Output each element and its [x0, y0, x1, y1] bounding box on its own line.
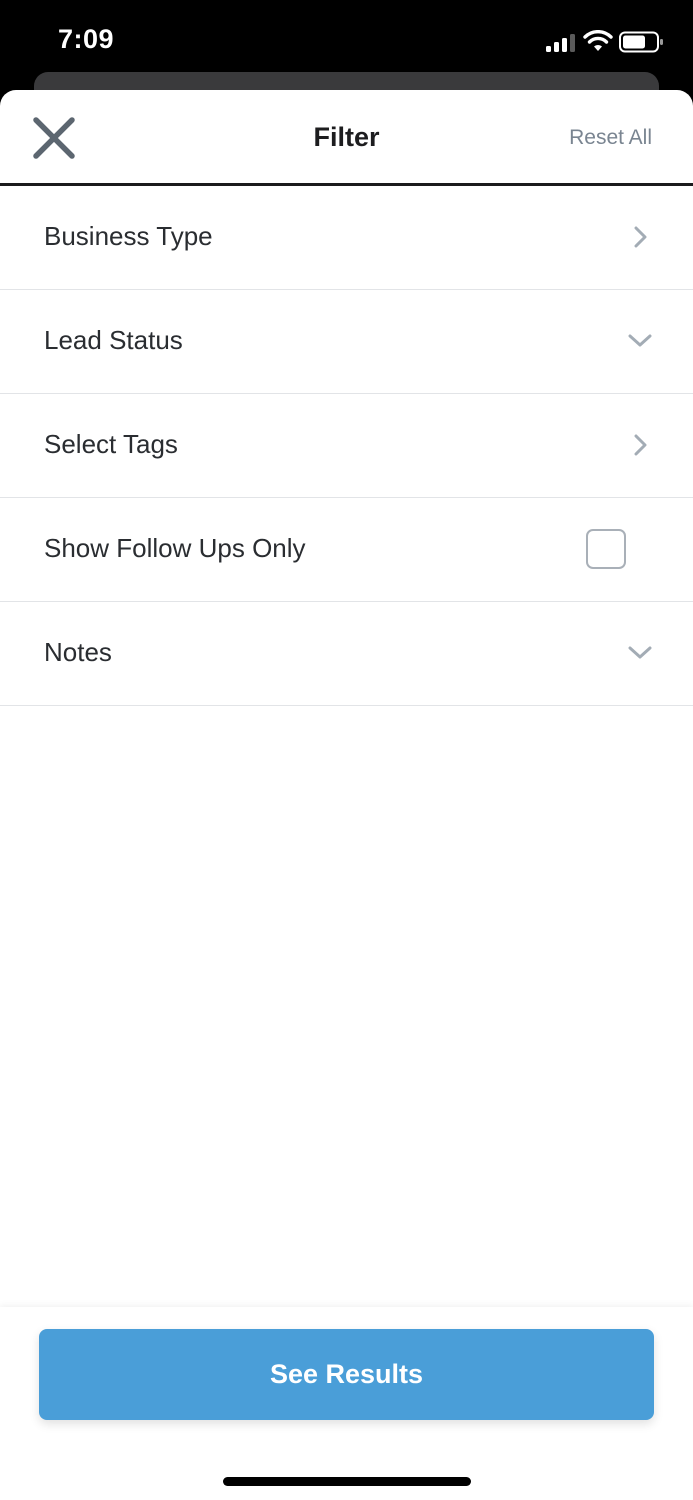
filter-header: Filter Reset All: [0, 90, 693, 186]
filter-label: Show Follow Ups Only: [44, 533, 306, 563]
chevron-right-icon: [634, 434, 647, 456]
filter-notes[interactable]: Notes: [0, 602, 693, 706]
chevron-down-icon: [628, 334, 652, 347]
follow-ups-checkbox[interactable]: [586, 529, 626, 569]
filter-sheet: Filter Reset All Business Type Lead Stat…: [0, 90, 693, 1500]
footer: See Results: [0, 1307, 693, 1500]
filter-select-tags[interactable]: Select Tags: [0, 394, 693, 498]
filter-show-follow-ups: Show Follow Ups Only: [0, 498, 693, 602]
phone-screen: 7:09 Filter Reset All Business Type Lead…: [0, 0, 693, 1500]
status-bar: 7:09: [0, 0, 693, 80]
reset-all-button[interactable]: Reset All: [569, 126, 652, 150]
wifi-icon: [583, 30, 613, 51]
filter-label: Business Type: [44, 221, 213, 251]
see-results-button[interactable]: See Results: [39, 1329, 654, 1420]
signal-icon: [546, 32, 576, 52]
filter-label: Select Tags: [44, 429, 178, 459]
filter-label: Notes: [44, 637, 112, 667]
status-time: 7:09: [58, 24, 115, 54]
filter-business-type[interactable]: Business Type: [0, 186, 693, 290]
chevron-down-icon: [628, 646, 652, 659]
filter-label: Lead Status: [44, 325, 183, 355]
chevron-right-icon: [634, 226, 647, 248]
filter-list: Business Type Lead Status Select Tags Sh…: [0, 186, 693, 706]
battery-icon: [619, 31, 663, 53]
home-indicator: [223, 1477, 471, 1486]
filter-lead-status[interactable]: Lead Status: [0, 290, 693, 394]
